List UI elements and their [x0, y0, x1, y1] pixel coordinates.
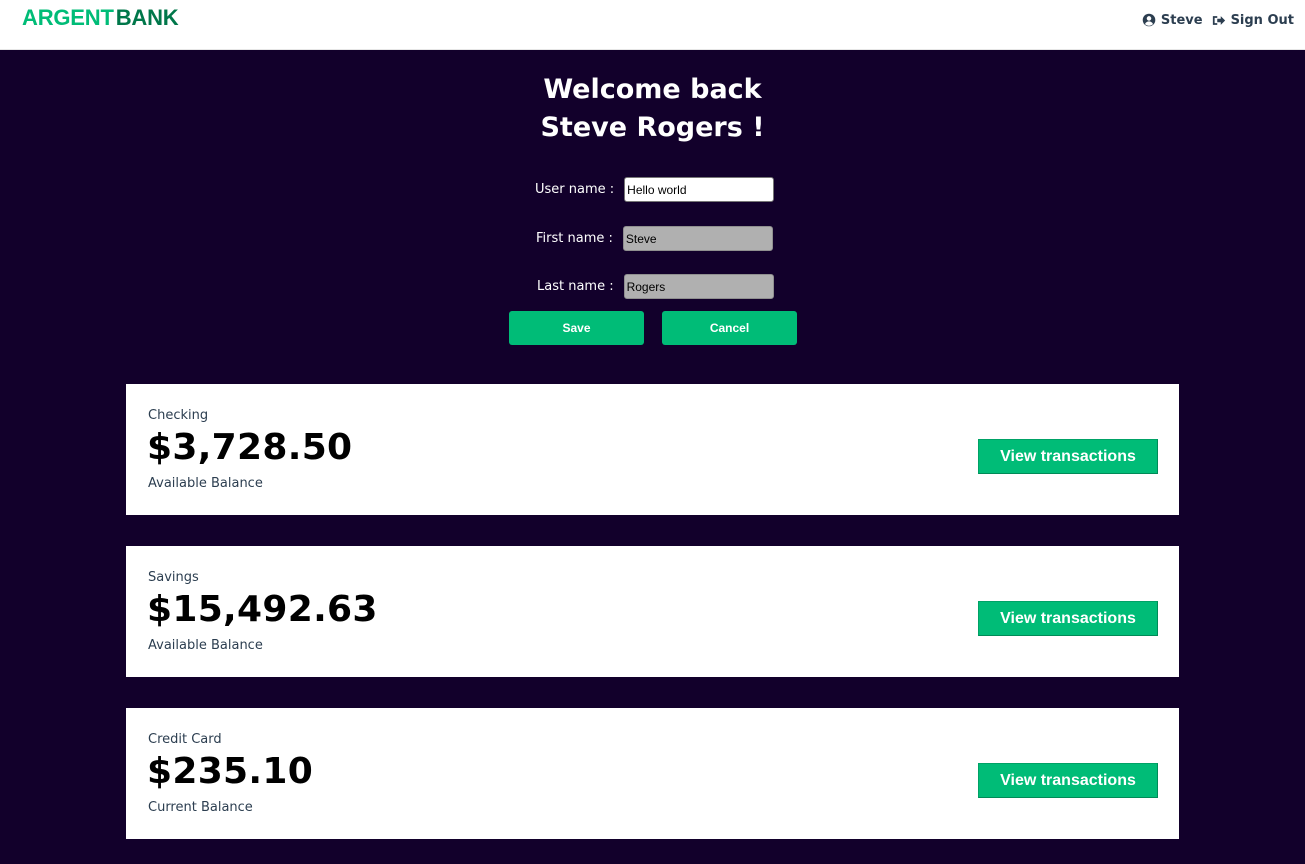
username-label: User name : — [535, 182, 615, 197]
save-button[interactable]: Save — [509, 311, 644, 345]
welcome-user-name: Steve Rogers ! — [540, 112, 765, 143]
username-input[interactable] — [624, 177, 775, 202]
user-profile-link[interactable]: Steve — [1142, 13, 1203, 28]
account-balance-description: Available Balance — [148, 638, 263, 653]
cancel-button[interactable]: Cancel — [662, 311, 797, 345]
account-savings: Savings $15,492.63 Available Balance Vie… — [126, 546, 1179, 677]
firstname-row: First name : — [536, 226, 773, 251]
user-name-label: Steve — [1160, 12, 1203, 28]
welcome-heading: Welcome back Steve Rogers ! — [0, 71, 1305, 147]
account-amount: $3,728.50 — [147, 427, 353, 468]
view-transactions-button[interactable]: View transactions — [978, 601, 1158, 636]
argent-bank-logo[interactable]: ARGENTBANK — [22, 5, 179, 31]
sign-out-link[interactable]: Sign Out — [1212, 13, 1294, 28]
logo-bank: BANK — [115, 5, 179, 30]
lastname-input — [623, 274, 774, 299]
account-checking: Checking $3,728.50 Available Balance Vie… — [126, 384, 1179, 515]
user-circle-icon — [1142, 13, 1156, 27]
sign-out-label: Sign Out — [1230, 12, 1294, 28]
username-row: User name : — [535, 177, 775, 202]
view-transactions-button[interactable]: View transactions — [978, 763, 1158, 798]
account-credit-card: Credit Card $235.10 Current Balance View… — [126, 708, 1179, 839]
account-title: Savings — [148, 570, 199, 585]
main-nav: ARGENTBANK Steve Sign Out — [0, 0, 1305, 50]
lastname-label: Last name : — [537, 279, 614, 294]
firstname-label: First name : — [536, 231, 613, 246]
account-title: Credit Card — [148, 732, 222, 747]
nav-user-links: Steve Sign Out — [1142, 11, 1294, 29]
welcome-line-1: Welcome back — [543, 74, 762, 105]
account-amount: $235.10 — [147, 751, 314, 792]
lastname-row: Last name : — [537, 274, 774, 299]
view-transactions-button[interactable]: View transactions — [978, 439, 1158, 474]
account-title: Checking — [148, 408, 209, 423]
account-amount: $15,492.63 — [147, 589, 378, 630]
account-balance-description: Available Balance — [148, 476, 263, 491]
sign-out-icon — [1212, 15, 1225, 25]
account-balance-description: Current Balance — [148, 800, 253, 815]
logo-argent: ARGENT — [22, 5, 114, 30]
firstname-input — [622, 226, 773, 251]
